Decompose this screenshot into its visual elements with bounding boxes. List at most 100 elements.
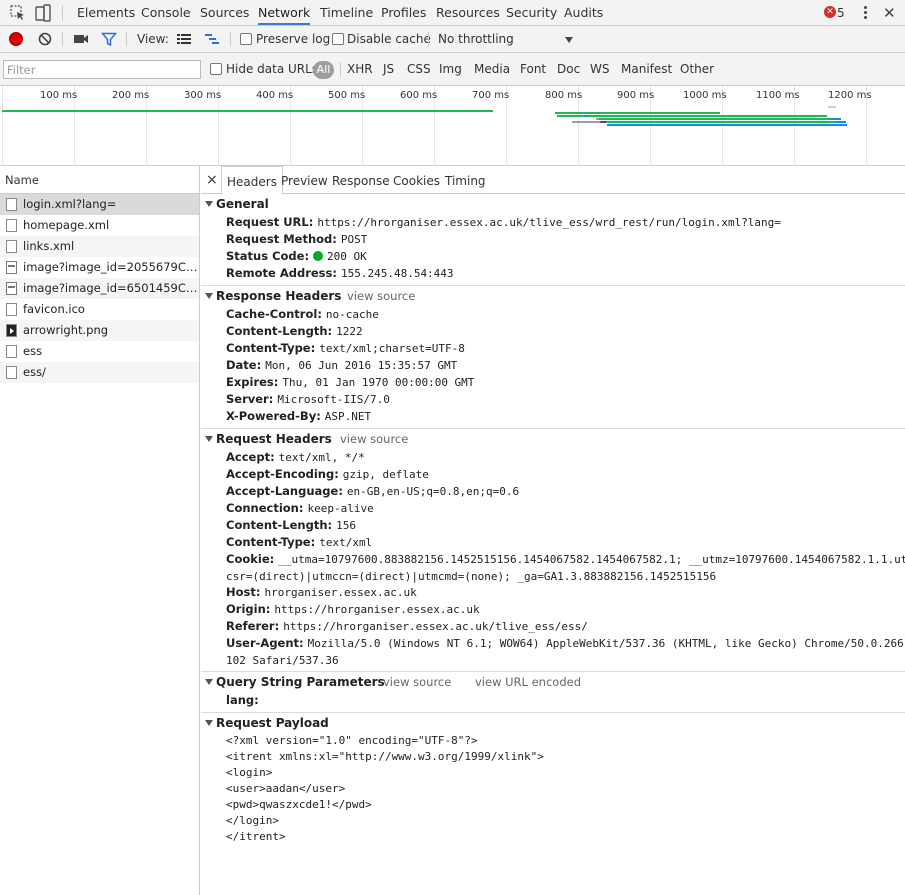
tab-elements[interactable]: Elements (77, 0, 135, 26)
header-value: text/xml (319, 536, 373, 549)
timeline-tick: 1000 ms (683, 90, 727, 101)
query-view-url-encoded-link[interactable]: view URL encoded (475, 674, 581, 691)
request-view-source-link[interactable]: view source (340, 431, 408, 448)
query-view-source-link[interactable]: view source (383, 674, 451, 691)
query-param-key: lang: (226, 693, 259, 707)
document-file-icon (6, 303, 17, 316)
general-section-toggle[interactable]: General (205, 196, 269, 213)
status-code-key: Status Code: (226, 249, 310, 263)
request-name: ess/ (23, 365, 46, 379)
filter-media[interactable]: Media (474, 53, 510, 86)
section-divider (201, 671, 905, 672)
timeline-tick: 200 ms (112, 90, 150, 101)
request-row[interactable]: ess (0, 341, 199, 362)
header-value: keep-alive (307, 502, 374, 515)
filter-funnel-icon[interactable] (101, 31, 117, 47)
document-file-icon (6, 219, 17, 232)
filter-font[interactable]: Font (520, 53, 546, 86)
large-rows-icon[interactable] (176, 31, 192, 47)
request-row[interactable]: image?image_id=2055679CZ6&u... (0, 257, 199, 278)
preserve-log-label[interactable]: Preserve log (256, 26, 330, 53)
close-detail-button[interactable]: × (206, 172, 218, 188)
tab-preview[interactable]: Preview (281, 166, 328, 194)
timeline-request-bar (572, 121, 600, 123)
timeline-request-bar (557, 115, 827, 117)
filter-ws[interactable]: WS (590, 53, 609, 86)
timeline-request-bar (2, 110, 493, 112)
header-row: Origin: https://hrorganiser.essex.ac.uk (226, 601, 480, 618)
more-options-icon[interactable] (862, 5, 868, 21)
hide-data-urls-label[interactable]: Hide data URLs (226, 53, 318, 86)
filter-other[interactable]: Other (680, 53, 714, 86)
request-row[interactable]: homepage.xml (0, 215, 199, 236)
response-view-source-link[interactable]: view source (347, 288, 415, 305)
clear-icon[interactable] (37, 31, 53, 47)
request-row[interactable]: image?image_id=6501459CZ6&u... (0, 278, 199, 299)
inspect-element-icon[interactable] (9, 4, 27, 22)
record-button[interactable] (9, 32, 23, 46)
query-param-row: lang: (226, 692, 263, 709)
tab-response[interactable]: Response (332, 166, 390, 194)
filter-doc[interactable]: Doc (557, 53, 580, 86)
header-key: Accept: (226, 450, 275, 464)
request-row[interactable]: favicon.ico (0, 299, 199, 320)
throttling-select[interactable]: No throttling (438, 26, 514, 53)
header-row: Content-Length: 156 (226, 517, 356, 534)
tab-sources[interactable]: Sources (200, 0, 249, 26)
filter-input[interactable] (3, 60, 201, 79)
screenshot-camera-icon[interactable] (73, 31, 89, 47)
tab-security[interactable]: Security (506, 0, 557, 26)
filter-all-button[interactable]: All (313, 61, 334, 79)
document-file-icon (6, 240, 17, 253)
user-agent-continued: 102 Safari/537.36 (226, 654, 339, 667)
name-column-header[interactable]: Name (0, 166, 199, 194)
device-mode-icon[interactable] (34, 4, 52, 22)
timeline-tick: 1100 ms (756, 90, 800, 101)
response-headers-toggle[interactable]: Response Headers (205, 288, 341, 305)
payload-line: </login> (226, 814, 279, 827)
header-row: User-Agent: Mozilla/5.0 (Windows NT 6.1; … (226, 635, 905, 652)
timeline-request-bar (828, 106, 836, 108)
payload-line: <user>aadan</user> (226, 782, 346, 795)
caret-down-icon (205, 201, 213, 207)
filter-xhr[interactable]: XHR (347, 53, 373, 86)
header-key: Content-Length: (226, 324, 333, 338)
filter-img[interactable]: Img (439, 53, 462, 86)
request-row[interactable]: arrowright.png (0, 320, 199, 341)
tab-resources[interactable]: Resources (436, 0, 500, 26)
filter-css[interactable]: CSS (407, 53, 431, 86)
tab-network[interactable]: Network (258, 0, 311, 25)
error-icon[interactable]: ✕ (824, 6, 836, 18)
tab-console[interactable]: Console (141, 0, 191, 26)
request-row[interactable]: ess/ (0, 362, 199, 383)
request-row[interactable]: login.xml?lang= (0, 194, 199, 215)
error-count[interactable]: 5 (837, 0, 845, 26)
query-string-toggle[interactable]: Query String Parameters (205, 674, 385, 691)
request-name: image?image_id=2055679CZ6&u... (23, 260, 199, 274)
tab-timing[interactable]: Timing (445, 166, 486, 194)
disable-cache-checkbox[interactable] (332, 33, 344, 45)
waterfall-overview-icon[interactable] (204, 31, 220, 47)
filter-js[interactable]: JS (383, 53, 394, 86)
payload-line: </itrent> (226, 830, 286, 843)
tab-audits[interactable]: Audits (564, 0, 603, 26)
filter-manifest[interactable]: Manifest (621, 53, 672, 86)
request-payload-toggle[interactable]: Request Payload (205, 715, 329, 732)
tab-timeline[interactable]: Timeline (320, 0, 373, 26)
chevron-down-icon[interactable] (565, 37, 573, 43)
tab-profiles[interactable]: Profiles (381, 0, 426, 26)
preserve-log-checkbox[interactable] (240, 33, 252, 45)
tab-headers[interactable]: Headers (221, 166, 283, 195)
disable-cache-label[interactable]: Disable cache (347, 26, 431, 53)
tab-cookies[interactable]: Cookies (393, 166, 440, 194)
request-headers-toggle[interactable]: Request Headers (205, 431, 332, 448)
timeline-tick: 800 ms (545, 90, 583, 101)
timeline-request-bar (836, 121, 846, 123)
timeline-overview[interactable]: 100 ms 200 ms 300 ms 400 ms 500 ms 600 m… (0, 86, 905, 166)
close-devtools-button[interactable]: ✕ (883, 0, 896, 26)
request-name: links.xml (23, 239, 75, 253)
request-row[interactable]: links.xml (0, 236, 199, 257)
timeline-request-bar (607, 124, 847, 126)
network-toolbar: View: Preserve log Disable cache No thro… (0, 26, 905, 53)
hide-data-urls-checkbox[interactable] (210, 63, 222, 75)
